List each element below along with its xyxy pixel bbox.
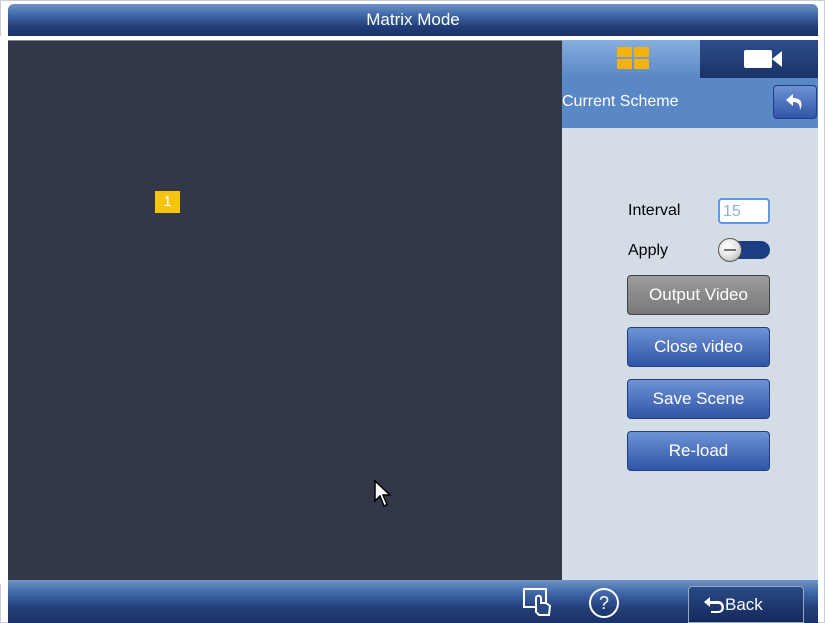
touch-hand-icon[interactable]	[522, 586, 554, 618]
toggle-knob-icon	[718, 238, 742, 262]
interval-label: Interval	[628, 202, 681, 219]
camera-lens-icon	[772, 51, 782, 67]
reload-button[interactable]: Re-load	[627, 431, 770, 471]
back-arrow-icon	[704, 597, 724, 613]
grid-icon	[617, 47, 649, 69]
apply-toggle[interactable]	[718, 238, 770, 262]
current-scheme-bar: Current Scheme	[562, 78, 818, 128]
video-window-number-badge: 1	[155, 191, 180, 213]
panel-tabs	[562, 40, 818, 78]
save-scene-button[interactable]: Save Scene	[627, 379, 770, 419]
back-button[interactable]: Back	[688, 586, 804, 623]
return-arrow-icon	[786, 94, 802, 110]
camera-icon	[744, 50, 772, 68]
bottom-bar: ? Back	[8, 580, 818, 623]
output-video-button[interactable]: Output Video	[627, 275, 770, 315]
left-border	[0, 36, 8, 584]
close-video-button[interactable]: Close video	[627, 327, 770, 367]
scheme-back-button[interactable]	[773, 85, 817, 119]
help-icon[interactable]: ?	[589, 588, 619, 618]
interval-input[interactable]	[718, 198, 770, 224]
current-scheme-label: Current Scheme	[562, 93, 679, 110]
apply-label: Apply	[628, 242, 669, 259]
tab-camera[interactable]	[700, 40, 818, 78]
side-panel: Current Scheme Interval Apply Output Vid…	[562, 40, 818, 580]
window-title: Matrix Mode	[366, 10, 460, 29]
title-bar: Matrix Mode	[8, 4, 818, 36]
back-button-label: Back	[725, 595, 763, 614]
mouse-cursor-icon	[374, 479, 392, 508]
video-area[interactable]: 1	[8, 40, 562, 580]
tab-layout[interactable]	[562, 40, 700, 78]
